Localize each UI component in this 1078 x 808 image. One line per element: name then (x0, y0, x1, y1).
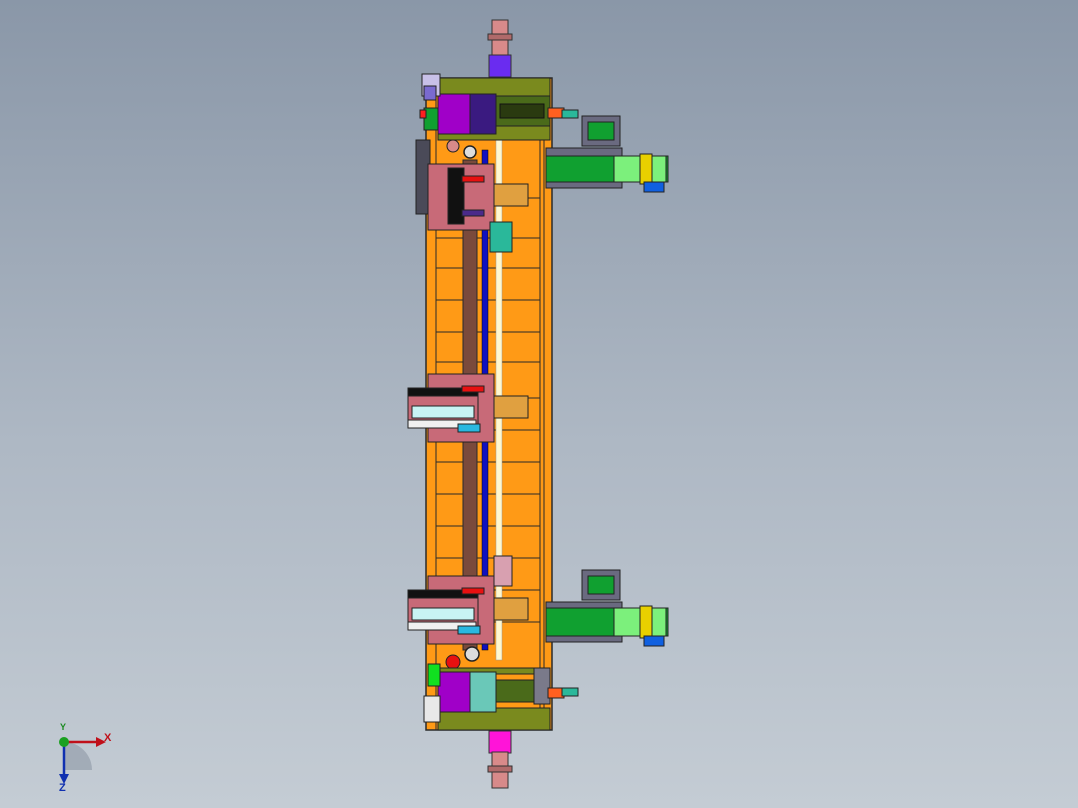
bottom-coupling-block (488, 730, 512, 754)
bottom-shaft[interactable] (487, 730, 513, 789)
cad-3d-viewport[interactable] (0, 0, 1078, 808)
right-arm-bottom[interactable] (545, 569, 669, 647)
coordinate-triad: X Y Z (40, 720, 130, 800)
top-motor (437, 93, 471, 135)
assembly-model[interactable] (0, 0, 1078, 808)
top-coupling-block (488, 54, 512, 78)
triad-axes-icon (59, 737, 106, 784)
bottom-motor (437, 671, 471, 713)
x-axis-label: X (104, 732, 112, 744)
y-axis-label: Y (60, 722, 67, 732)
right-arm-top[interactable] (545, 115, 669, 193)
z-axis-label: Z (59, 782, 66, 794)
top-shaft[interactable] (487, 19, 513, 78)
